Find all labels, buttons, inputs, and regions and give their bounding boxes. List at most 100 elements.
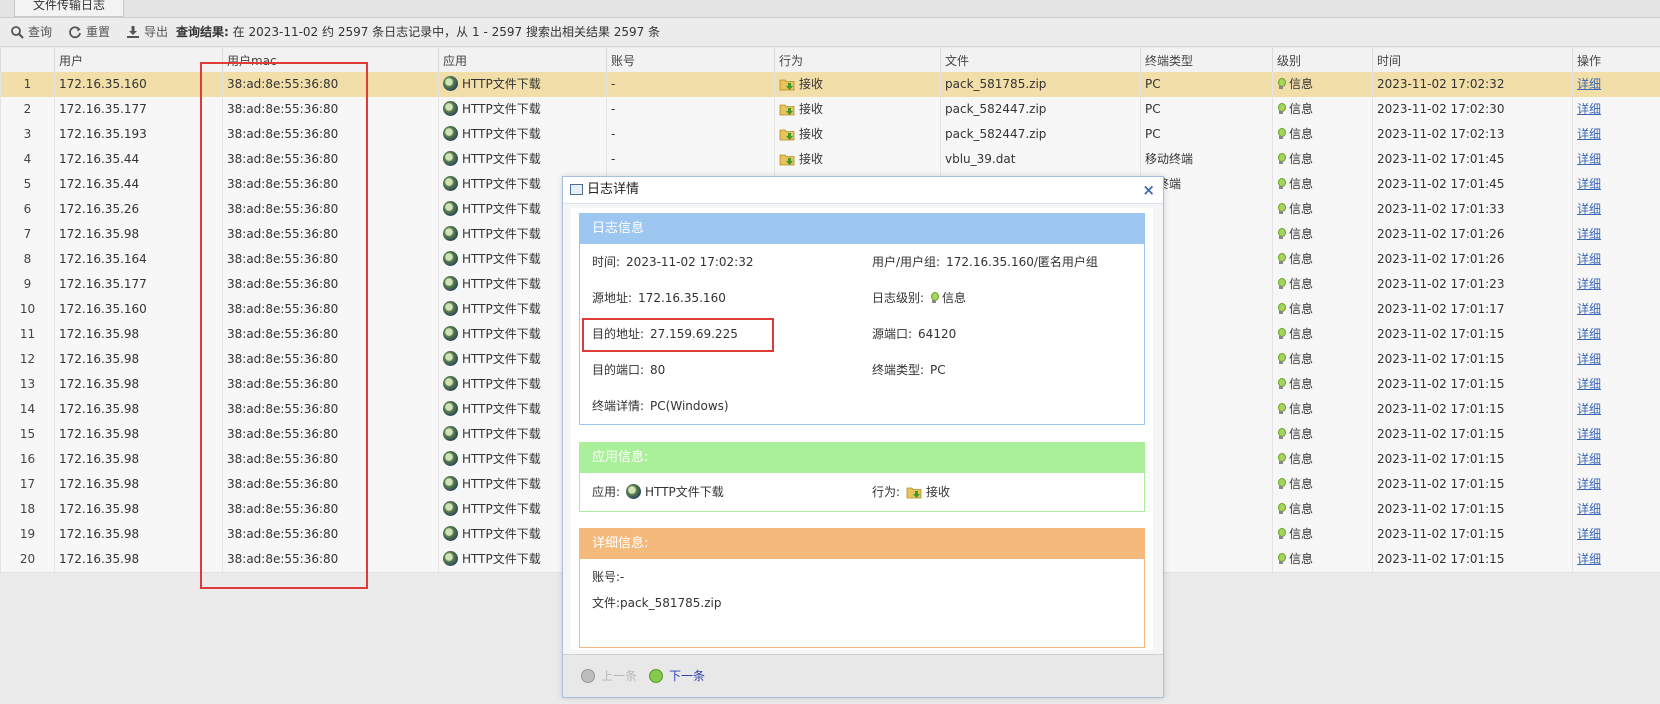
cell-mac-text: 38:ad:8e:55:36:80 [227,502,339,516]
column-header[interactable]: 时间 [1372,48,1572,72]
cell-level: 信息 [1272,222,1372,247]
cell-mac-text: 38:ad:8e:55:36:80 [227,152,339,166]
cell-app-text: HTTP文件下载 [462,452,541,466]
cell-idx-text: 4 [23,152,32,166]
cell-app-text: HTTP文件下载 [462,402,541,416]
cell-mac: 38:ad:8e:55:36:80 [222,297,438,322]
dialog-titlebar[interactable]: 日志详情 × [563,177,1163,204]
column-header[interactable]: 行为 [774,48,940,72]
detail-link[interactable]: 详细 [1577,402,1601,416]
detail-link[interactable]: 详细 [1577,377,1601,391]
detail-link[interactable]: 详细 [1577,452,1601,466]
cell-op: 详细 [1572,222,1660,247]
cell-op: 详细 [1572,347,1660,372]
app-globe-icon [443,501,458,516]
cell-time: 2023-11-02 17:01:26 [1372,247,1572,272]
cell-time: 2023-11-02 17:01:26 [1372,222,1572,247]
cell-file-text: pack_581785.zip [945,77,1047,91]
column-header[interactable]: 操作 [1572,48,1660,72]
cell-idx: 4 [0,147,54,172]
export-button[interactable]: 导出 [126,23,168,41]
column-header[interactable]: 应用 [438,48,606,72]
column-header[interactable]: 终端类型 [1140,48,1272,72]
log-info-section: 日志信息 时间: 2023-11-02 17:02:32 用户/用户组: 172.1… [579,213,1145,425]
detail-link[interactable]: 详细 [1577,502,1601,516]
bulb-icon [1277,477,1286,490]
column-header[interactable]: 账号 [606,48,774,72]
log-detail-dialog: 日志详情 × 日志信息 时间: 2023-11-02 17:02:32 用户/用户… [562,176,1164,698]
app-globe-icon [443,451,458,466]
detail-link[interactable]: 详细 [1577,102,1601,116]
cell-mac: 38:ad:8e:55:36:80 [222,222,438,247]
table-row[interactable]: 2 172.16.35.177 38:ad:8e:55:36:80 HTTP文件下载 -… [0,97,1660,123]
cell-user-text: 172.16.35.98 [59,402,140,416]
dialog-body: 日志信息 时间: 2023-11-02 17:02:32 用户/用户组: 172.1… [571,208,1153,650]
cell-app: HTTP文件下载 [438,97,606,122]
cell-time: 2023-11-02 17:01:17 [1372,297,1572,322]
cell-idx: 18 [0,497,54,522]
detail-link[interactable]: 详细 [1577,127,1601,141]
cell-idx-text: 3 [23,127,32,141]
detail-link[interactable]: 详细 [1577,352,1601,366]
tab-file-transfer-log[interactable]: 文件传输日志 [14,0,125,17]
cell-mac-text: 38:ad:8e:55:36:80 [227,302,339,316]
column-header[interactable]: 用户 [54,48,222,72]
detail-info-header: 详细信息: [580,529,1144,559]
account-value: - [620,570,625,584]
detail-link[interactable]: 详细 [1577,227,1601,241]
detail-link[interactable]: 详细 [1577,177,1601,191]
detail-link[interactable]: 详细 [1577,427,1601,441]
cell-user-text: 172.16.35.98 [59,552,140,566]
cell-op: 详细 [1572,122,1660,147]
detail-link[interactable]: 详细 [1577,302,1601,316]
query-button[interactable]: 查询 [10,23,52,41]
cell-account-text: - [611,77,616,91]
cell-app-text: HTTP文件下载 [462,427,541,441]
prev-button[interactable]: 上一条 [581,667,637,685]
cell-user: 172.16.35.98 [54,347,222,372]
receive-icon [906,487,922,498]
table-row[interactable]: 1 172.16.35.160 38:ad:8e:55:36:80 HTTP文件下载 -… [0,72,1660,98]
detail-link[interactable]: 详细 [1577,202,1601,216]
account-field: 账号:- [592,567,624,587]
detail-link[interactable]: 详细 [1577,552,1601,566]
cell-user: 172.16.35.98 [54,397,222,422]
detail-link[interactable]: 详细 [1577,277,1601,291]
cell-user-text: 172.16.35.193 [59,127,147,141]
app-globe-icon [443,226,458,241]
app-globe-icon [443,426,458,441]
cell-idx-text: 20 [19,552,36,566]
detail-link[interactable]: 详细 [1577,327,1601,341]
bulb-icon [1277,527,1286,540]
cell-user: 172.16.35.98 [54,447,222,472]
reset-button[interactable]: 重置 [68,23,110,41]
cell-time: 2023-11-02 17:02:30 [1372,97,1572,122]
cell-idx: 14 [0,397,54,422]
cell-mac: 38:ad:8e:55:36:80 [222,197,438,222]
column-header[interactable]: 用户mac [222,48,438,72]
cell-mac: 38:ad:8e:55:36:80 [222,472,438,497]
cell-time: 2023-11-02 17:02:32 [1372,72,1572,97]
column-header[interactable]: 级别 [1272,48,1372,72]
detail-link[interactable]: 详细 [1577,77,1601,91]
cell-level: 信息 [1272,147,1372,172]
cell-idx: 7 [0,222,54,247]
cell-app-text: HTTP文件下载 [462,277,541,291]
table-row[interactable]: 4 172.16.35.44 38:ad:8e:55:36:80 HTTP文件下载 - 接… [0,147,1660,173]
cell-time-text: 2023-11-02 17:01:33 [1377,202,1505,216]
detail-link[interactable]: 详细 [1577,252,1601,266]
cell-idx: 3 [0,122,54,147]
next-button[interactable]: 下一条 [649,667,705,685]
detail-link[interactable]: 详细 [1577,527,1601,541]
close-icon[interactable]: × [1142,179,1155,201]
src-field: 源地址: 172.16.35.160 [592,288,726,308]
cell-mac: 38:ad:8e:55:36:80 [222,272,438,297]
detail-link[interactable]: 详细 [1577,477,1601,491]
table-row[interactable]: 3 172.16.35.193 38:ad:8e:55:36:80 HTTP文件下载 -… [0,122,1660,148]
column-header[interactable]: 文件 [940,48,1140,72]
bulb-icon [1277,502,1286,515]
detail-link[interactable]: 详细 [1577,152,1601,166]
action-label: 行为: [872,485,901,499]
cell-user: 172.16.35.98 [54,422,222,447]
receive-icon [779,79,795,90]
